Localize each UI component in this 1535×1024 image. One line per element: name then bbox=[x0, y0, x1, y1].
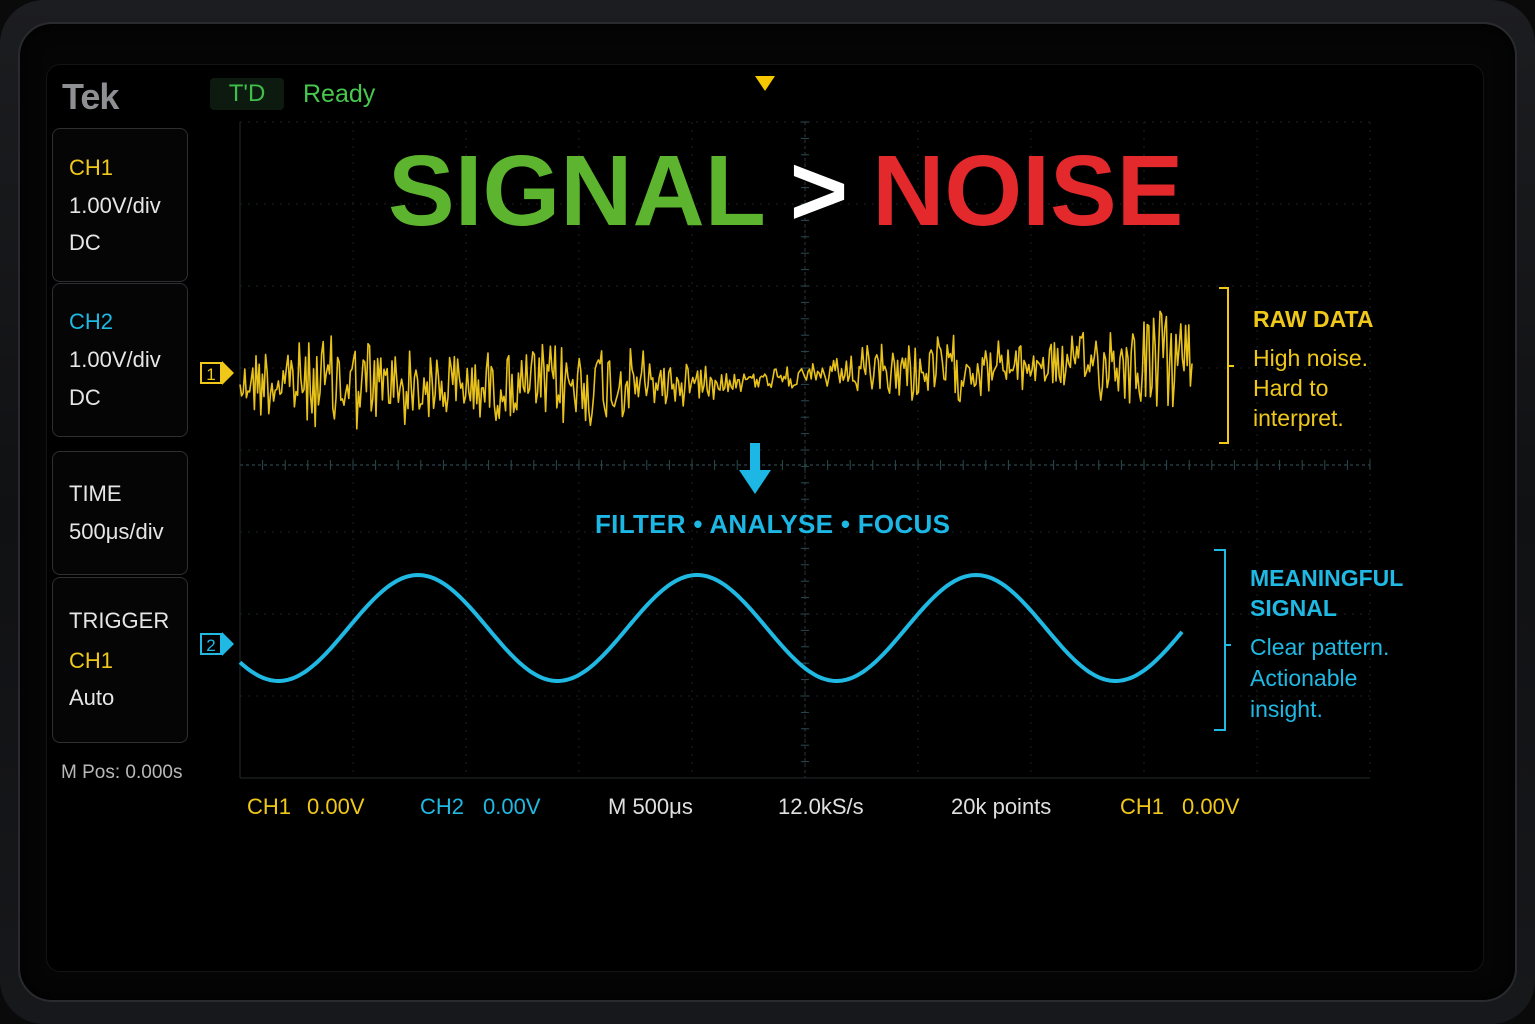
raw-data-bracket bbox=[1219, 287, 1234, 444]
readout-timebase: M 500μs bbox=[608, 794, 693, 819]
raw-data-line: High noise. bbox=[1253, 345, 1369, 371]
signal-note-line: insight. bbox=[1250, 696, 1323, 722]
ch1-trace bbox=[239, 310, 1193, 430]
headline-greater-than: > bbox=[789, 135, 849, 247]
signal-note-title: MEANINGFUL bbox=[1250, 565, 1404, 591]
raw-data-line: Hard to bbox=[1253, 375, 1329, 401]
readout-ch1-value: 0.00V bbox=[307, 794, 365, 819]
ch1-marker-number: 1 bbox=[206, 365, 215, 384]
signal-bracket bbox=[1214, 549, 1231, 731]
signal-note-title: SIGNAL bbox=[1250, 595, 1337, 621]
ch2-marker-arrow-icon bbox=[222, 632, 234, 656]
readout-trigger-label: CH1 bbox=[1120, 794, 1165, 819]
ch1-marker[interactable]: 1 bbox=[200, 361, 234, 385]
down-arrow-icon bbox=[739, 443, 771, 494]
raw-data-title: RAW DATA bbox=[1253, 306, 1374, 332]
ch2-trace bbox=[238, 572, 1184, 683]
readout-record-length: 20k points bbox=[951, 794, 1052, 819]
ch2-marker[interactable]: 2 bbox=[200, 632, 234, 656]
readout-ch2-label: CH2 bbox=[420, 794, 465, 819]
ch2-marker-number: 2 bbox=[206, 636, 215, 655]
signal-note-line: Clear pattern. bbox=[1250, 634, 1390, 660]
headline-noise: NOISE bbox=[872, 135, 1184, 247]
signal-note: MEANINGFUL SIGNAL Clear pattern. Actiona… bbox=[1250, 563, 1403, 725]
raw-data-line: interpret. bbox=[1253, 405, 1344, 431]
readout-ch1-label: CH1 bbox=[247, 794, 292, 819]
ch1-marker-arrow-icon bbox=[222, 361, 234, 385]
readout-ch2-value: 0.00V bbox=[483, 794, 541, 819]
signal-note-line: Actionable bbox=[1250, 665, 1358, 691]
headline: SIGNAL > NOISE bbox=[388, 136, 1208, 246]
raw-data-note: RAW DATA High noise. Hard to interpret. bbox=[1253, 306, 1374, 433]
readout-trigger-value: 0.00V bbox=[1182, 794, 1240, 819]
filter-analyse-focus-label: FILTER • ANALYSE • FOCUS bbox=[595, 509, 951, 539]
headline-signal: SIGNAL bbox=[388, 135, 766, 247]
readout-sample-rate: 12.0kS/s bbox=[778, 794, 864, 819]
